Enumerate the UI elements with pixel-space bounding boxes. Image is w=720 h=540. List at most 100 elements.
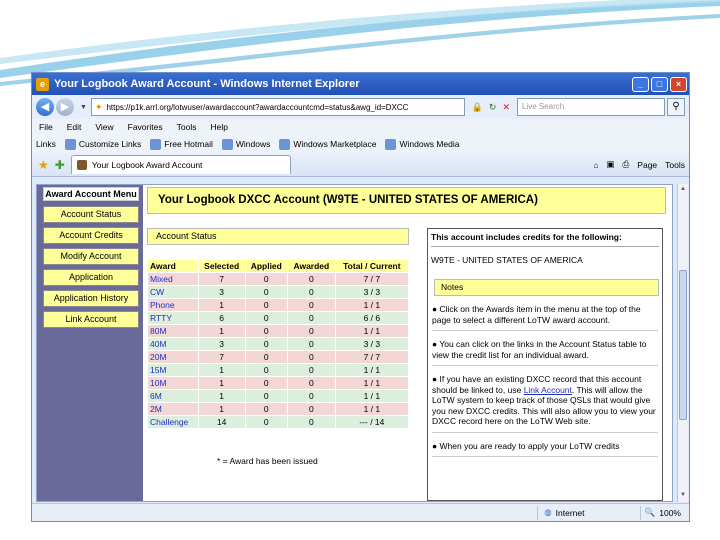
page-menu[interactable]: Page [637, 160, 657, 170]
table-cell: 0 [244, 272, 288, 286]
link-account-link[interactable]: Link Account [524, 385, 572, 395]
scroll-up-icon[interactable]: ▲ [678, 184, 688, 194]
table-cell: 0 [286, 363, 336, 377]
feeds-icon[interactable]: ▣ [606, 159, 614, 170]
table-cell: 1 / 1 [334, 402, 410, 416]
table-row: CW 3 0 0 3 / 3 [147, 285, 410, 299]
sidebar-item-link-account[interactable]: Link Account [43, 311, 139, 328]
menu-file[interactable]: File [39, 122, 53, 132]
search-icon[interactable]: ⚲ [667, 98, 685, 116]
stop-icon[interactable]: ✕ [502, 102, 510, 113]
award-link[interactable]: 2M [147, 402, 199, 416]
table-cell: 0 [244, 389, 288, 403]
favorites-star-icon[interactable]: ★ [38, 158, 49, 172]
col-applied: Applied [244, 259, 288, 273]
info-pane: This account includes credits for the fo… [427, 228, 663, 501]
note-item: ● If you have an existing DXCC record th… [432, 374, 658, 433]
table-cell: 1 [197, 324, 246, 338]
zoom-level[interactable]: 100% [659, 508, 681, 518]
table-row: Challenge 14 0 0 --- / 14 [147, 415, 410, 429]
menu-bar: File Edit View Favorites Tools Help [32, 119, 689, 135]
link-windows-marketplace[interactable]: Windows Marketplace [279, 138, 376, 150]
table-cell: 1 [197, 376, 246, 390]
menu-help[interactable]: Help [210, 122, 227, 132]
table-row: 10M 1 0 0 1 / 1 [147, 376, 410, 390]
sidebar-item-application-history[interactable]: Application History [43, 290, 139, 307]
maximize-button[interactable]: □ [651, 76, 668, 92]
scroll-thumb[interactable] [679, 270, 687, 420]
table-cell: 14 [197, 415, 246, 429]
link-windows-media[interactable]: Windows Media [385, 138, 459, 150]
award-link[interactable]: Challenge [147, 415, 199, 429]
table-cell: 0 [244, 311, 288, 325]
award-link[interactable]: 80M [147, 324, 199, 338]
table-row: Phone 1 0 0 1 / 1 [147, 298, 410, 312]
page-icon [221, 138, 233, 150]
award-link[interactable]: 40M [147, 337, 199, 351]
award-link[interactable]: Mixed [147, 272, 199, 286]
link-free-hotmail[interactable]: Free Hotmail [150, 138, 213, 150]
print-icon[interactable]: ⎙ [622, 159, 629, 170]
table-cell: 0 [244, 402, 288, 416]
award-link[interactable]: RTTY [147, 311, 199, 325]
browser-window: e Your Logbook Award Account - Windows I… [31, 72, 690, 522]
link-customize-links[interactable]: Customize Links [64, 138, 141, 150]
home-icon[interactable]: ⌂ [593, 160, 598, 170]
col-total-current: Total / Current [334, 259, 410, 273]
lock-icon[interactable]: 🔒 [472, 102, 483, 113]
award-link[interactable]: 10M [147, 376, 199, 390]
sidebar-item-account-status[interactable]: Account Status [43, 206, 139, 223]
table-cell: 7 [197, 350, 246, 364]
status-divider [537, 505, 539, 520]
table-cell: 0 [244, 324, 288, 338]
command-bar: ⌂ ▣ ⎙ Page Tools [585, 159, 689, 170]
close-button[interactable]: × [670, 76, 687, 92]
award-link[interactable]: Phone [147, 298, 199, 312]
table-cell: 3 [197, 337, 246, 351]
history-dropdown[interactable]: ▼ [80, 104, 87, 111]
search-input[interactable]: Live Search [517, 98, 665, 116]
tab-award-account[interactable]: Your Logbook Award Account [70, 155, 291, 174]
tools-menu[interactable]: Tools [665, 160, 685, 170]
award-link[interactable]: 15M [147, 363, 199, 377]
main-area: Your Logbook DXCC Account (W9TE - UNITED… [147, 185, 666, 501]
table-cell: 0 [244, 285, 288, 299]
menu-tools[interactable]: Tools [177, 122, 197, 132]
address-row: ◀ ▶ ▼ ✦ https://p1k.arrl.org/lotwuser/aw… [32, 95, 689, 119]
minimize-button[interactable]: _ [632, 76, 649, 92]
col-awarded: Awarded [286, 259, 336, 273]
links-bar: Links Customize Links Free Hotmail Windo… [32, 135, 689, 153]
col-award: Award [147, 259, 199, 273]
scroll-down-icon[interactable]: ▼ [678, 490, 688, 500]
globe-icon: ◍ [544, 507, 552, 517]
menu-edit[interactable]: Edit [67, 122, 82, 132]
refresh-icon[interactable]: ↻ [489, 102, 497, 113]
forward-button[interactable]: ▶ [56, 98, 74, 116]
sidebar-item-account-credits[interactable]: Account Credits [43, 227, 139, 244]
table-row: Mixed 7 0 0 7 / 7 [147, 272, 410, 286]
vertical-scrollbar[interactable]: ▲ ▼ [677, 184, 688, 502]
table-cell: 1 [197, 402, 246, 416]
status-bar: ◍ Internet 🔍 100% [32, 503, 689, 521]
award-link[interactable]: 20M [147, 350, 199, 364]
table-cell: 0 [244, 415, 288, 429]
address-bar[interactable]: ✦ https://p1k.arrl.org/lotwuser/awardacc… [90, 98, 465, 116]
award-link[interactable]: CW [147, 285, 199, 299]
menu-view[interactable]: View [95, 122, 113, 132]
table-cell: 1 / 1 [334, 363, 410, 377]
back-button[interactable]: ◀ [36, 98, 54, 116]
award-sidebar: Award Account Menu Account Status Accoun… [37, 185, 143, 501]
menu-favorites[interactable]: Favorites [128, 122, 163, 132]
table-cell: 0 [244, 298, 288, 312]
link-windows[interactable]: Windows [221, 138, 270, 150]
award-link[interactable]: 6M [147, 389, 199, 403]
add-favorites-icon[interactable]: ✚ [55, 158, 65, 172]
table-cell: 0 [286, 285, 336, 299]
table-cell: 0 [244, 363, 288, 377]
sidebar-item-modify-account[interactable]: Modify Account [43, 248, 139, 265]
table-row: 80M 1 0 0 1 / 1 [147, 324, 410, 338]
zoom-icon[interactable]: 🔍 [645, 507, 656, 518]
sidebar-item-application[interactable]: Application [43, 269, 139, 286]
note-item: ● Click on the Awards item in the menu a… [432, 304, 658, 331]
url-text: https://p1k.arrl.org/lotwuser/awardaccou… [106, 102, 409, 112]
